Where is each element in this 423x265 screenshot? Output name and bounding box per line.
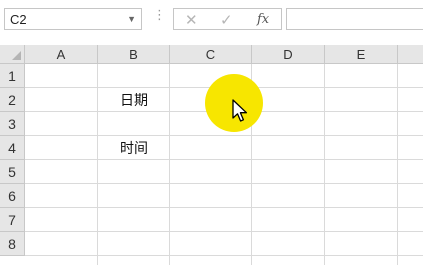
cell-b2[interactable]: 日期 [120,88,148,112]
column-header-d[interactable]: D [252,45,325,64]
gridline [397,64,398,265]
row-header-3[interactable]: 3 [0,112,25,136]
gridline [25,183,423,184]
row-header-4[interactable]: 4 [0,136,25,160]
gridline [25,159,423,160]
gridline [324,64,325,265]
cancel-icon[interactable]: ✕ [185,11,198,29]
gridline [25,207,423,208]
formula-buttons: ✕ ✓ fx [173,8,282,30]
column-header-c[interactable]: C [170,45,252,64]
column-header-a[interactable]: A [25,45,98,64]
gridline [25,135,423,136]
row-header-7[interactable]: 7 [0,208,25,232]
row-header-8[interactable]: 8 [0,232,25,256]
check-icon[interactable]: ✓ [220,11,233,29]
mouse-pointer-icon [232,99,248,122]
vertical-dots-icon[interactable]: ⋮ [153,8,166,21]
column-header-f[interactable] [398,45,423,64]
worksheet-grid: A B C D E 1 2 3 4 5 6 7 8 日期 时间 [0,45,423,265]
row-header-6[interactable]: 6 [0,184,25,208]
gridline [25,231,423,232]
row-header-5[interactable]: 5 [0,160,25,184]
gridline [25,255,423,256]
name-box-value: C2 [10,12,27,27]
column-header-b[interactable]: B [98,45,170,64]
name-box[interactable]: C2 ▼ [4,8,142,30]
gridline [169,64,170,265]
cell-b4[interactable]: 时间 [120,136,148,160]
gridline [97,64,98,265]
row-header-1[interactable]: 1 [0,64,25,88]
row-header-2[interactable]: 2 [0,88,25,112]
insert-function-icon[interactable]: fx [257,12,269,27]
formula-bar-area: C2 ▼ ⋮ ✕ ✓ fx [0,0,423,41]
chevron-down-icon[interactable]: ▼ [127,14,136,24]
select-all-button[interactable] [0,45,25,64]
column-header-e[interactable]: E [325,45,398,64]
formula-input[interactable] [286,8,423,30]
select-all-triangle-icon [12,51,21,60]
